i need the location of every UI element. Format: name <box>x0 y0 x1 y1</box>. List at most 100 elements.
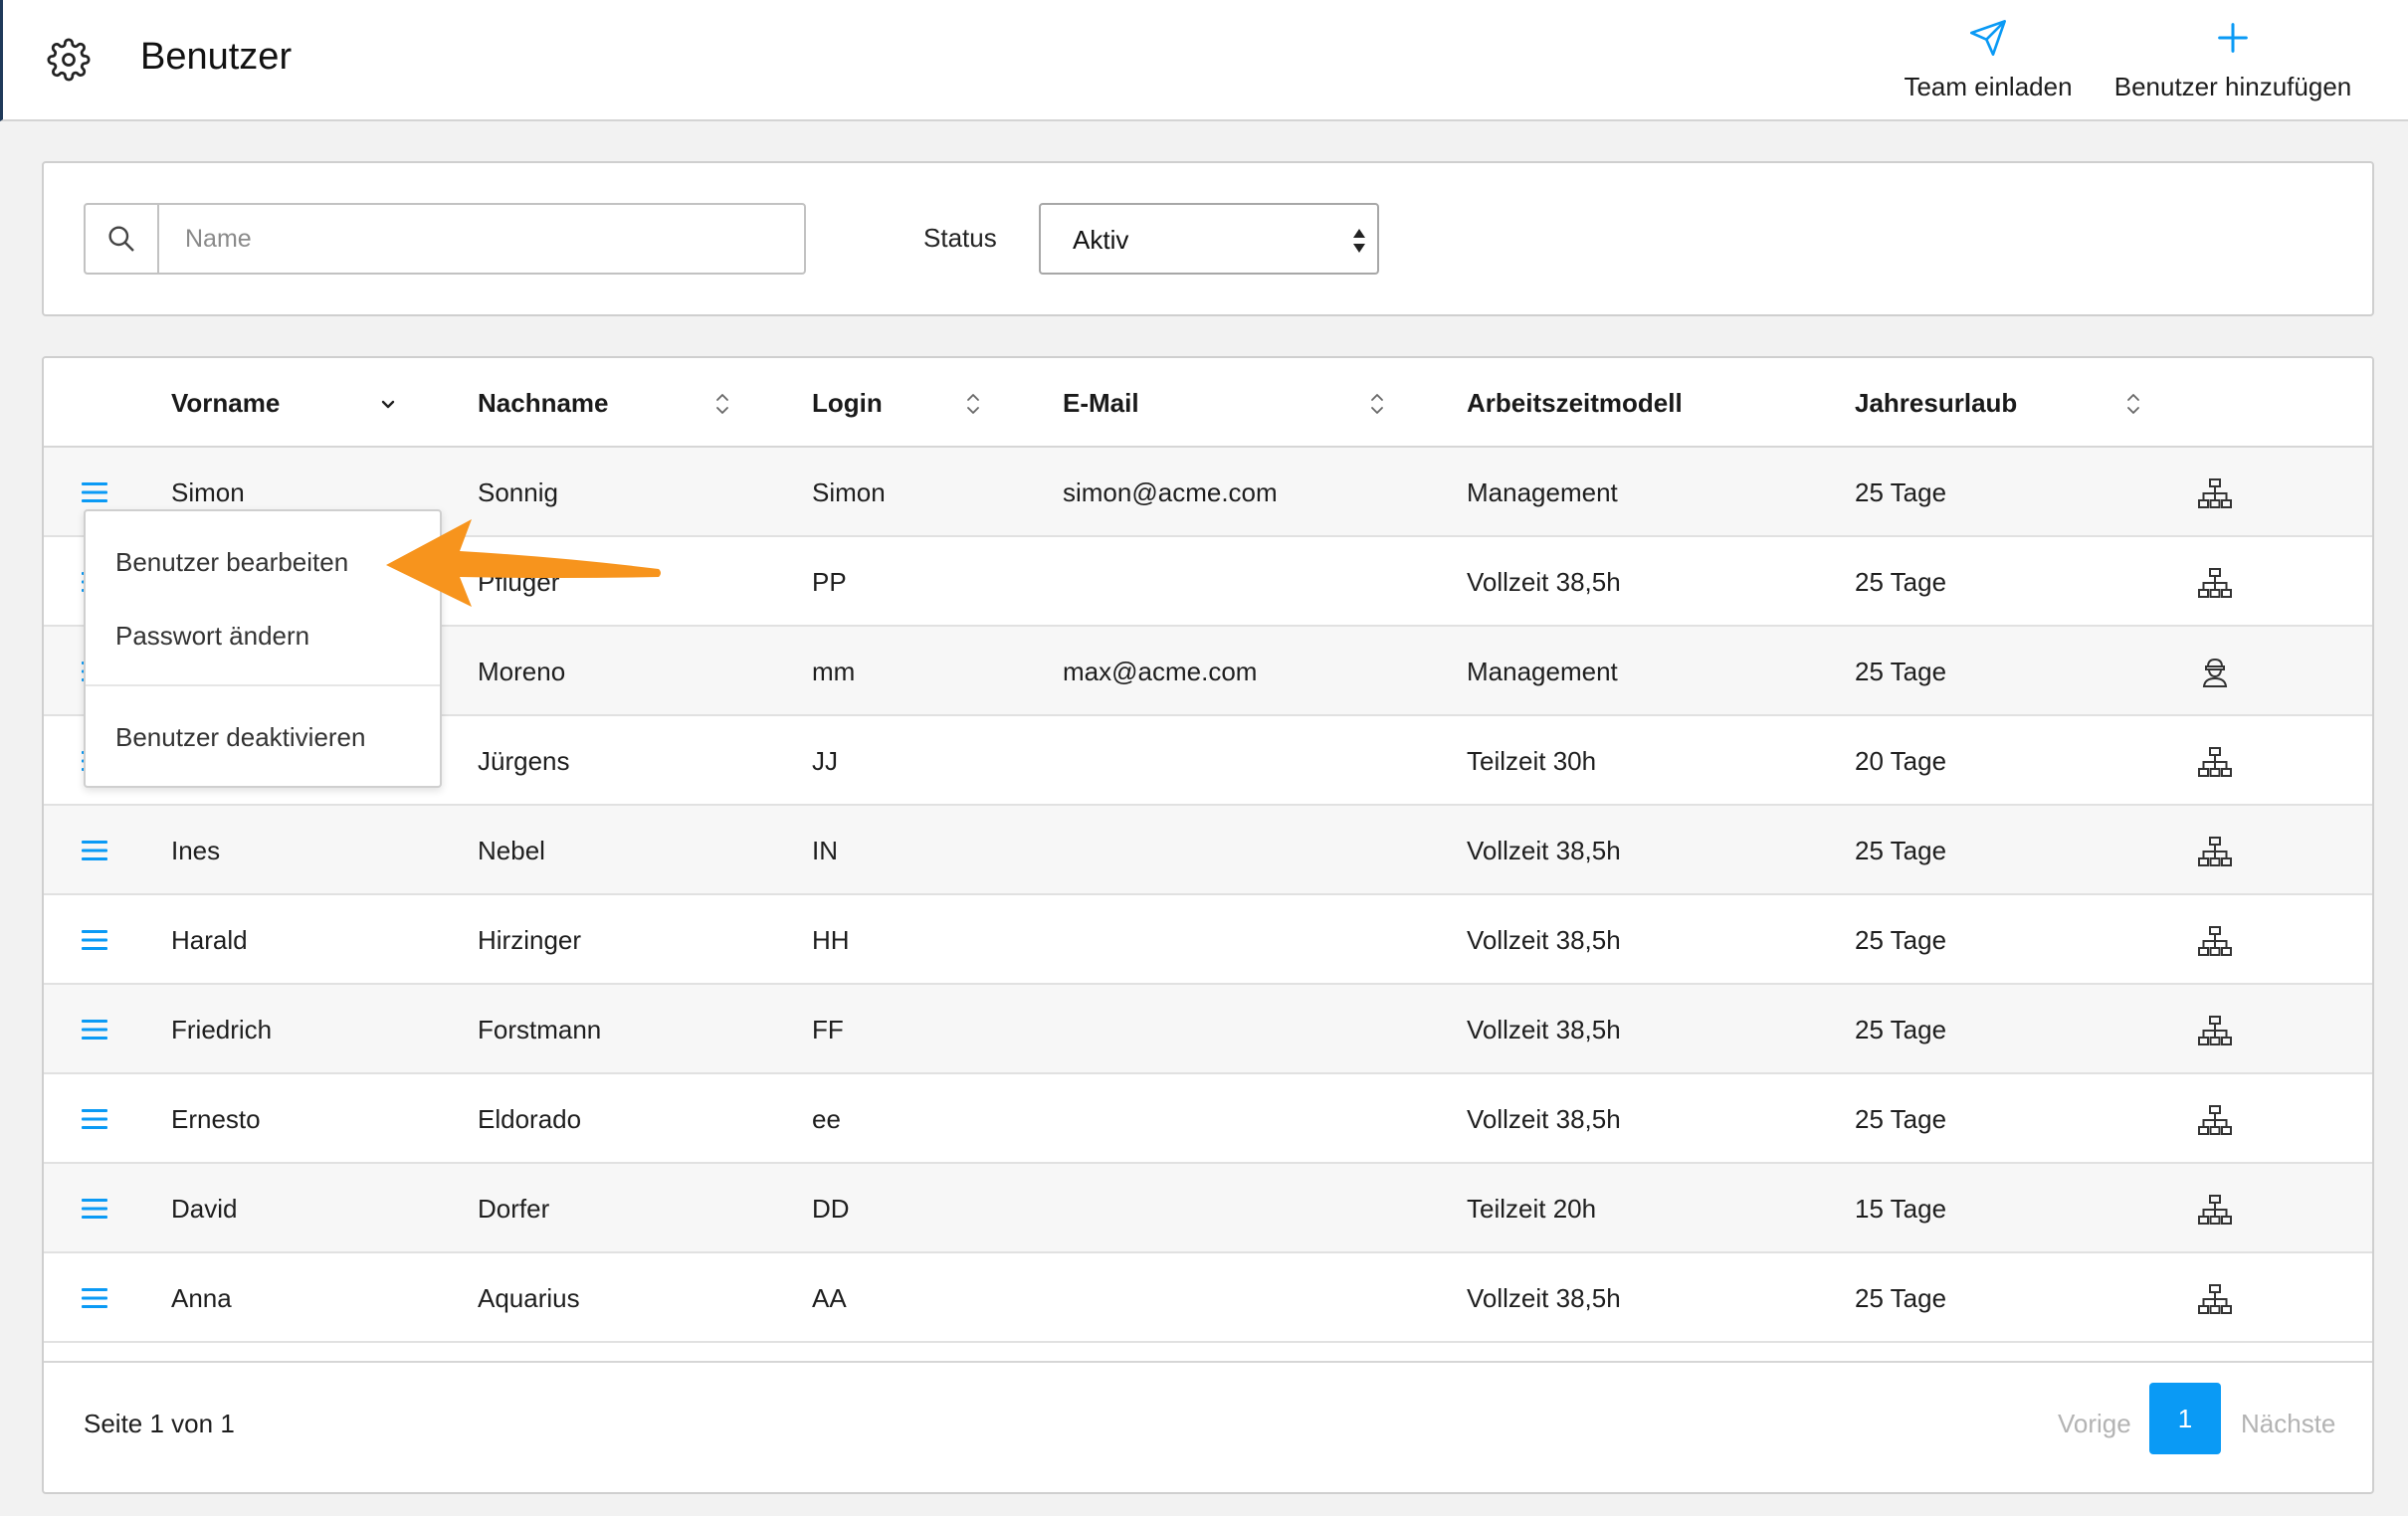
row-menu-icon[interactable] <box>82 1108 107 1130</box>
sort-icon[interactable] <box>1367 390 1387 418</box>
cell-nachname: Jürgens <box>478 746 570 776</box>
invite-team-label: Team einladen <box>1904 72 2073 101</box>
org-chart-icon[interactable] <box>2197 1015 2233 1046</box>
cell-arbeitszeitmodell: Management <box>1467 657 1618 686</box>
user-badge-icon[interactable] <box>2197 657 2233 688</box>
row-menu-icon[interactable] <box>82 1019 107 1041</box>
org-chart-icon[interactable] <box>2197 1194 2233 1226</box>
invite-team-button[interactable]: Team einladen <box>1894 18 2083 107</box>
org-chart-icon[interactable] <box>2197 925 2233 957</box>
cell-jahresurlaub: 15 Tage <box>1855 1194 1947 1224</box>
row-menu-icon[interactable] <box>82 1198 107 1220</box>
cell-jahresurlaub: 25 Tage <box>1855 477 1947 507</box>
cell-vorname: Harald <box>171 925 248 955</box>
status-select[interactable]: Aktiv <box>1039 203 1379 275</box>
org-chart-icon[interactable] <box>2197 477 2233 509</box>
cell-nachname: Sonnig <box>478 477 558 507</box>
cell-login: JJ <box>812 746 838 776</box>
cell-arbeitszeitmodell: Vollzeit 38,5h <box>1467 567 1621 597</box>
cell-nachname: Nebel <box>478 836 545 865</box>
col-header-arbeitszeitmodell[interactable]: Arbeitszeitmodell <box>1467 388 1683 419</box>
cell-nachname: Moreno <box>478 657 566 686</box>
name-search-input[interactable] <box>161 205 798 273</box>
row-menu-icon[interactable] <box>82 1287 107 1309</box>
cell-jahresurlaub: 25 Tage <box>1855 657 1947 686</box>
sort-icon[interactable] <box>963 390 983 418</box>
cell-nachname: Aquarius <box>478 1283 580 1313</box>
cell-vorname: Ernesto <box>171 1104 261 1134</box>
annotation-arrow <box>386 519 661 607</box>
menu-item-edit-user[interactable]: Benutzer bearbeiten <box>115 547 348 578</box>
add-user-button[interactable]: Benutzer hinzufügen <box>2110 18 2355 107</box>
plus-icon <box>2218 23 2248 53</box>
chevron-down-icon[interactable] <box>378 394 398 414</box>
cell-login: DD <box>812 1194 850 1224</box>
cell-arbeitszeitmodell: Vollzeit 38,5h <box>1467 1283 1621 1313</box>
cell-login: IN <box>812 836 838 865</box>
sort-icon[interactable] <box>712 390 732 418</box>
menu-divider <box>86 684 440 686</box>
gear-icon[interactable] <box>47 38 91 82</box>
sort-icon[interactable] <box>2123 390 2143 418</box>
table-row: David Dorfer DD Teilzeit 20h 15 Tage <box>44 1164 2372 1253</box>
row-menu-icon[interactable] <box>82 840 107 861</box>
cell-jahresurlaub: 25 Tage <box>1855 1015 1947 1044</box>
add-user-label: Benutzer hinzufügen <box>2113 72 2352 101</box>
cell-nachname: Forstmann <box>478 1015 602 1044</box>
cell-jahresurlaub: 25 Tage <box>1855 1283 1947 1313</box>
cell-vorname: Simon <box>171 477 245 507</box>
cell-login: AA <box>812 1283 847 1313</box>
cell-nachname: Hirzinger <box>478 925 582 955</box>
cell-arbeitszeitmodell: Teilzeit 20h <box>1467 1194 1597 1224</box>
page-1-button[interactable]: 1 <box>2149 1383 2221 1454</box>
org-chart-icon[interactable] <box>2197 567 2233 599</box>
search-box <box>84 203 806 275</box>
row-menu-icon[interactable] <box>82 929 107 951</box>
menu-item-deactivate-user[interactable]: Benutzer deaktivieren <box>115 722 365 753</box>
cell-arbeitszeitmodell: Management <box>1467 477 1618 507</box>
menu-item-change-password[interactable]: Passwort ändern <box>115 621 309 652</box>
cell-email: max@acme.com <box>1063 657 1258 686</box>
row-menu-icon[interactable] <box>82 481 107 503</box>
org-chart-icon[interactable] <box>2197 1283 2233 1315</box>
col-header-jahresurlaub[interactable]: Jahresurlaub <box>1855 388 2017 419</box>
cell-arbeitszeitmodell: Vollzeit 38,5h <box>1467 836 1621 865</box>
cell-email: simon@acme.com <box>1063 477 1278 507</box>
cell-arbeitszeitmodell: Vollzeit 38,5h <box>1467 1015 1621 1044</box>
cell-jahresurlaub: 20 Tage <box>1855 746 1947 776</box>
table-row: Anna Aquarius AA Vollzeit 38,5h 25 Tage <box>44 1253 2372 1343</box>
page-info: Seite 1 von 1 <box>84 1409 235 1438</box>
cell-vorname: Friedrich <box>171 1015 273 1044</box>
org-chart-icon[interactable] <box>2197 1104 2233 1136</box>
cell-nachname: Eldorado <box>478 1104 582 1134</box>
prev-page-button[interactable]: Vorige <box>2058 1409 2131 1439</box>
cell-arbeitszeitmodell: Teilzeit 30h <box>1467 746 1597 776</box>
table-row: Ines Nebel IN Vollzeit 38,5h 25 Tage <box>44 806 2372 895</box>
cell-vorname: David <box>171 1194 238 1224</box>
cell-login: mm <box>812 657 856 686</box>
next-page-button[interactable]: Nächste <box>2241 1409 2335 1439</box>
status-label: Status <box>923 223 997 253</box>
col-header-vorname[interactable]: Vorname <box>171 388 280 419</box>
col-header-email[interactable]: E-Mail <box>1063 388 1139 419</box>
cell-login: Simon <box>812 477 886 507</box>
col-header-login[interactable]: Login <box>812 388 883 419</box>
select-arrows-icon <box>1353 229 1365 253</box>
search-icon <box>108 226 134 252</box>
col-header-nachname[interactable]: Nachname <box>478 388 609 419</box>
cell-login: FF <box>812 1015 844 1044</box>
table-row: Ernesto Eldorado ee Vollzeit 38,5h 25 Tage <box>44 1074 2372 1164</box>
filter-panel: Status Aktiv <box>42 161 2374 316</box>
cell-vorname: Ines <box>171 836 221 865</box>
cell-arbeitszeitmodell: Vollzeit 38,5h <box>1467 1104 1621 1134</box>
cell-jahresurlaub: 25 Tage <box>1855 925 1947 955</box>
cell-vorname: Anna <box>171 1283 232 1313</box>
table-header: Vorname Nachname Login E-Mail Arbeitszei… <box>44 358 2372 448</box>
org-chart-icon[interactable] <box>2197 746 2233 778</box>
app-header: Benutzer Team einladen Benutzer hinzufüg… <box>0 0 2408 121</box>
cell-arbeitszeitmodell: Vollzeit 38,5h <box>1467 925 1621 955</box>
status-select-value: Aktiv <box>1073 225 1129 255</box>
org-chart-icon[interactable] <box>2197 836 2233 867</box>
cell-login: ee <box>812 1104 841 1134</box>
cell-jahresurlaub: 25 Tage <box>1855 836 1947 865</box>
